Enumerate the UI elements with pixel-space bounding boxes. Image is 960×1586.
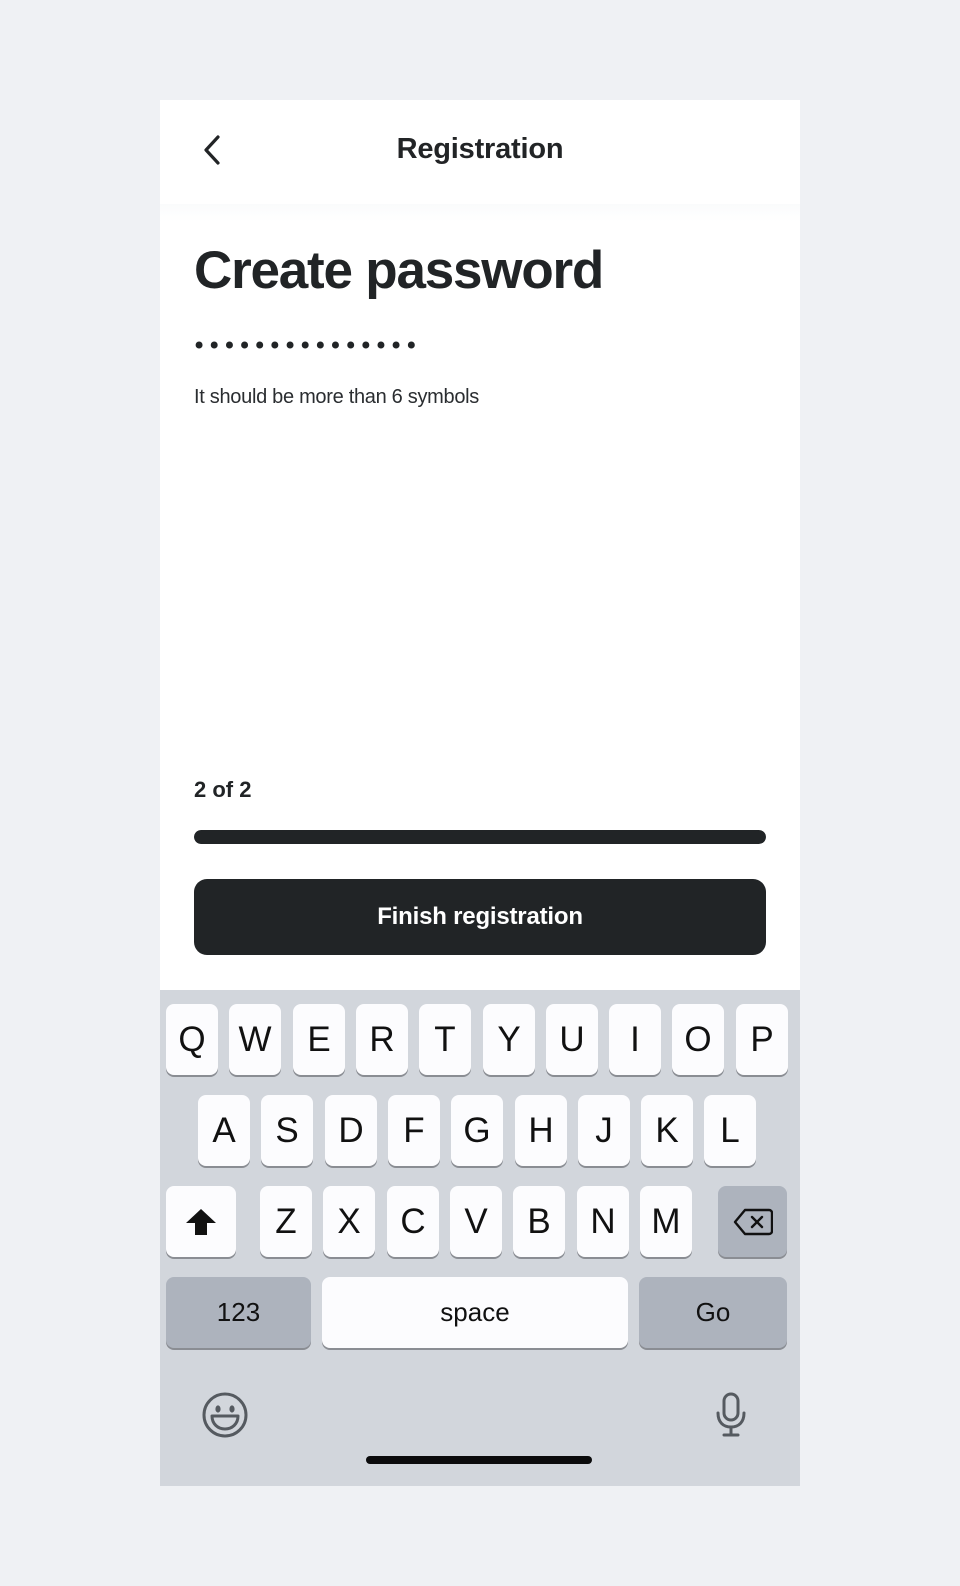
step-counter: 2 of 2 [194, 777, 252, 802]
microphone-icon [716, 1392, 746, 1437]
shift-key[interactable] [166, 1186, 236, 1257]
key-r[interactable]: R [356, 1004, 408, 1075]
key-a[interactable]: A [198, 1095, 250, 1166]
numbers-key[interactable]: 123 [166, 1277, 311, 1348]
key-b[interactable]: B [513, 1186, 565, 1257]
key-y[interactable]: Y [483, 1004, 535, 1075]
top-bar: Registration [160, 100, 800, 222]
key-n[interactable]: N [577, 1186, 629, 1257]
key-h[interactable]: H [515, 1095, 567, 1166]
key-j[interactable]: J [578, 1095, 630, 1166]
key-q[interactable]: Q [166, 1004, 218, 1075]
key-x[interactable]: X [323, 1186, 375, 1257]
key-c[interactable]: C [387, 1186, 439, 1257]
key-p[interactable]: P [736, 1004, 788, 1075]
progress-bar [194, 830, 766, 844]
space-key[interactable]: space [322, 1277, 628, 1348]
key-g[interactable]: G [451, 1095, 503, 1166]
key-m[interactable]: M [640, 1186, 692, 1257]
onscreen-keyboard: 123 space Go QWERTYUIOP ASDFGHJKL ZXCVBNM [160, 990, 800, 1486]
key-z[interactable]: Z [260, 1186, 312, 1257]
key-t[interactable]: T [419, 1004, 471, 1075]
progress-bar-fill [194, 830, 766, 844]
backspace-key[interactable] [718, 1186, 787, 1257]
key-d[interactable]: D [325, 1095, 377, 1166]
backspace-icon [733, 1208, 773, 1235]
key-o[interactable]: O [672, 1004, 724, 1075]
password-hint: It should be more than 6 symbols [194, 386, 479, 408]
key-u[interactable]: U [546, 1004, 598, 1075]
microphone-button[interactable] [706, 1390, 756, 1440]
key-v[interactable]: V [450, 1186, 502, 1257]
password-field[interactable] [192, 322, 752, 370]
emoji-button[interactable] [200, 1390, 250, 1440]
key-i[interactable]: I [609, 1004, 661, 1075]
emoji-icon [202, 1392, 248, 1438]
home-indicator [366, 1456, 592, 1464]
key-k[interactable]: K [641, 1095, 693, 1166]
go-key[interactable]: Go [639, 1277, 787, 1348]
key-w[interactable]: W [229, 1004, 281, 1075]
key-l[interactable]: L [704, 1095, 756, 1166]
header-title: Registration [396, 133, 564, 165]
key-s[interactable]: S [261, 1095, 313, 1166]
finish-registration-button[interactable]: Finish registration [194, 879, 766, 955]
shift-icon [186, 1208, 216, 1235]
phone-screen: Registration Create password It should b… [160, 100, 800, 1486]
key-e[interactable]: E [293, 1004, 345, 1075]
page-title: Create password [194, 241, 604, 300]
key-f[interactable]: F [388, 1095, 440, 1166]
